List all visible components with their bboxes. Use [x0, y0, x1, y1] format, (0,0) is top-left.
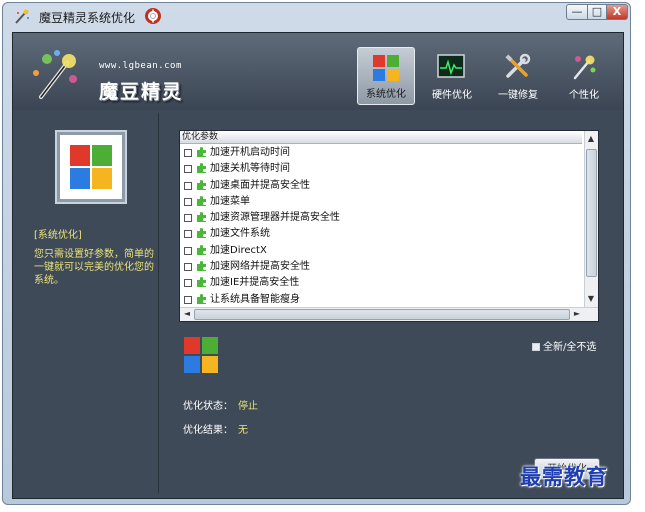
- vertical-scroll-thumb[interactable]: [586, 149, 597, 277]
- list-item[interactable]: 让系统具备智能瘦身: [180, 292, 582, 308]
- title-bar[interactable]: 魔豆精灵系统优化 — □ X: [3, 3, 630, 31]
- puzzle-piece-icon: [197, 277, 206, 288]
- tab-label: 一键修复: [498, 90, 538, 101]
- puzzle-piece-icon: [197, 179, 206, 190]
- list-item[interactable]: 加速开机启动时间: [180, 145, 582, 161]
- puzzle-piece-icon: [197, 244, 206, 255]
- windows-flag-icon: [373, 55, 399, 81]
- horizontal-scroll-thumb[interactable]: [194, 309, 570, 320]
- puzzle-piece-icon: [197, 293, 206, 304]
- window-title: 魔豆精灵系统优化: [39, 11, 136, 25]
- puzzle-piece-icon: [197, 163, 206, 174]
- option-label: 加速文件系统: [210, 228, 270, 240]
- tab-label: 个性化: [569, 90, 599, 101]
- option-label: 加速DirectX: [210, 244, 267, 256]
- option-label: 让系统具备智能瘦身: [210, 293, 300, 305]
- puzzle-piece-icon: [197, 228, 206, 239]
- scroll-up-button[interactable]: ▲: [585, 133, 597, 145]
- scroll-left-button[interactable]: ◄: [182, 308, 192, 320]
- select-all-toggle[interactable]: 全新/全不选: [532, 338, 596, 353]
- tab-one-click-repair[interactable]: 一键修复: [489, 47, 547, 105]
- watermark: 最需教育: [520, 464, 608, 489]
- status-label: 优化状态：: [183, 401, 233, 412]
- option-label: 加速菜单: [210, 195, 250, 207]
- option-checkbox[interactable]: [184, 279, 192, 288]
- app-client-area: www.lgbean.com 魔豆精灵 系统优化 硬件优化 一键修复 个性化 […: [12, 32, 624, 499]
- tab-label: 系统优化: [366, 89, 406, 100]
- feature-icon-frame: [55, 130, 127, 204]
- site-url[interactable]: www.lgbean.com: [99, 61, 182, 71]
- puzzle-piece-icon: [197, 147, 206, 157]
- option-checkbox[interactable]: [184, 181, 192, 190]
- puzzle-piece-icon: [197, 212, 206, 223]
- section-description: 您只需设置好参数，简单的一键就可以完美的优化您的系统。: [34, 249, 154, 286]
- app-window: 魔豆精灵系统优化 — □ X www.lgbean.com 魔豆精灵 系统优化 …: [2, 2, 631, 505]
- list-item[interactable]: 加速桌面并提高安全性: [180, 178, 582, 194]
- maximize-button[interactable]: □: [587, 4, 607, 20]
- options-list-header: 优化参数: [180, 131, 582, 144]
- tab-hardware-optimize[interactable]: 硬件优化: [423, 47, 481, 105]
- list-item[interactable]: 加速菜单: [180, 194, 582, 210]
- vertical-scrollbar[interactable]: ▲ ▼: [584, 131, 598, 307]
- list-item[interactable]: 加速DirectX: [180, 243, 582, 259]
- status-value: 停止: [238, 401, 258, 412]
- tab-personalize[interactable]: 个性化: [555, 47, 613, 105]
- close-button[interactable]: X: [606, 4, 628, 20]
- scroll-right-button[interactable]: ►: [572, 308, 582, 320]
- options-rows: 加速开机启动时间 加速关机等待时间 加速桌面并提高安全性 加速菜单 加速资源管理…: [180, 145, 582, 308]
- windows-flag-icon: [70, 145, 112, 189]
- puzzle-piece-icon: [197, 195, 206, 206]
- puzzle-piece-icon: [197, 261, 206, 272]
- tools-icon: [505, 53, 531, 78]
- tab-label: 硬件优化: [432, 90, 472, 101]
- section-tag: [系统优化]: [34, 230, 82, 241]
- option-checkbox[interactable]: [184, 149, 192, 157]
- scroll-down-button[interactable]: ▼: [585, 293, 597, 305]
- options-list: 优化参数 加速开机启动时间 加速关机等待时间 加速桌面并提高安全性 加速菜单 加…: [179, 130, 599, 322]
- tab-system-optimize[interactable]: 系统优化: [357, 47, 415, 105]
- brand-name: 魔豆精灵: [99, 81, 184, 103]
- magic-wand-icon: [15, 9, 29, 24]
- list-item[interactable]: 加速IE并提高安全性: [180, 275, 582, 291]
- result-value: 无: [238, 425, 248, 436]
- option-label: 加速网络并提高安全性: [210, 261, 310, 273]
- option-checkbox[interactable]: [184, 197, 192, 206]
- option-label: 加速关机等待时间: [210, 163, 290, 175]
- option-label: 加速桌面并提高安全性: [210, 179, 310, 191]
- option-checkbox[interactable]: [184, 165, 192, 174]
- horizontal-scrollbar[interactable]: ◄ ►: [180, 307, 598, 321]
- option-label: 加速IE并提高安全性: [210, 277, 300, 289]
- info-sidebar: [系统优化] 您只需设置好参数，简单的一键就可以完美的优化您的系统。: [18, 113, 159, 493]
- lifebuoy-icon[interactable]: [145, 8, 161, 24]
- windows-flag-icon: [184, 337, 218, 373]
- option-label: 加速开机启动时间: [210, 147, 290, 158]
- option-label: 加速资源管理器并提高安全性: [210, 212, 340, 224]
- app-header: www.lgbean.com 魔豆精灵 系统优化 硬件优化 一键修复 个性化: [13, 33, 623, 110]
- select-all-checkbox[interactable]: [532, 343, 540, 351]
- magic-wand-icon: [573, 55, 596, 80]
- option-checkbox[interactable]: [184, 263, 192, 272]
- option-checkbox[interactable]: [184, 230, 192, 239]
- list-item[interactable]: 加速关机等待时间: [180, 161, 582, 177]
- result-label: 优化结果：: [183, 425, 233, 436]
- select-all-label: 全新/全不选: [543, 342, 597, 353]
- list-item[interactable]: 加速网络并提高安全性: [180, 259, 582, 275]
- list-item[interactable]: 加速文件系统: [180, 226, 582, 242]
- monitor-pulse-icon: [437, 54, 465, 78]
- option-checkbox[interactable]: [184, 295, 192, 304]
- minimize-button[interactable]: —: [566, 4, 588, 20]
- list-item[interactable]: 加速资源管理器并提高安全性: [180, 210, 582, 226]
- option-checkbox[interactable]: [184, 246, 192, 255]
- logo-magic-wand-icon: [33, 50, 77, 99]
- option-checkbox[interactable]: [184, 214, 192, 223]
